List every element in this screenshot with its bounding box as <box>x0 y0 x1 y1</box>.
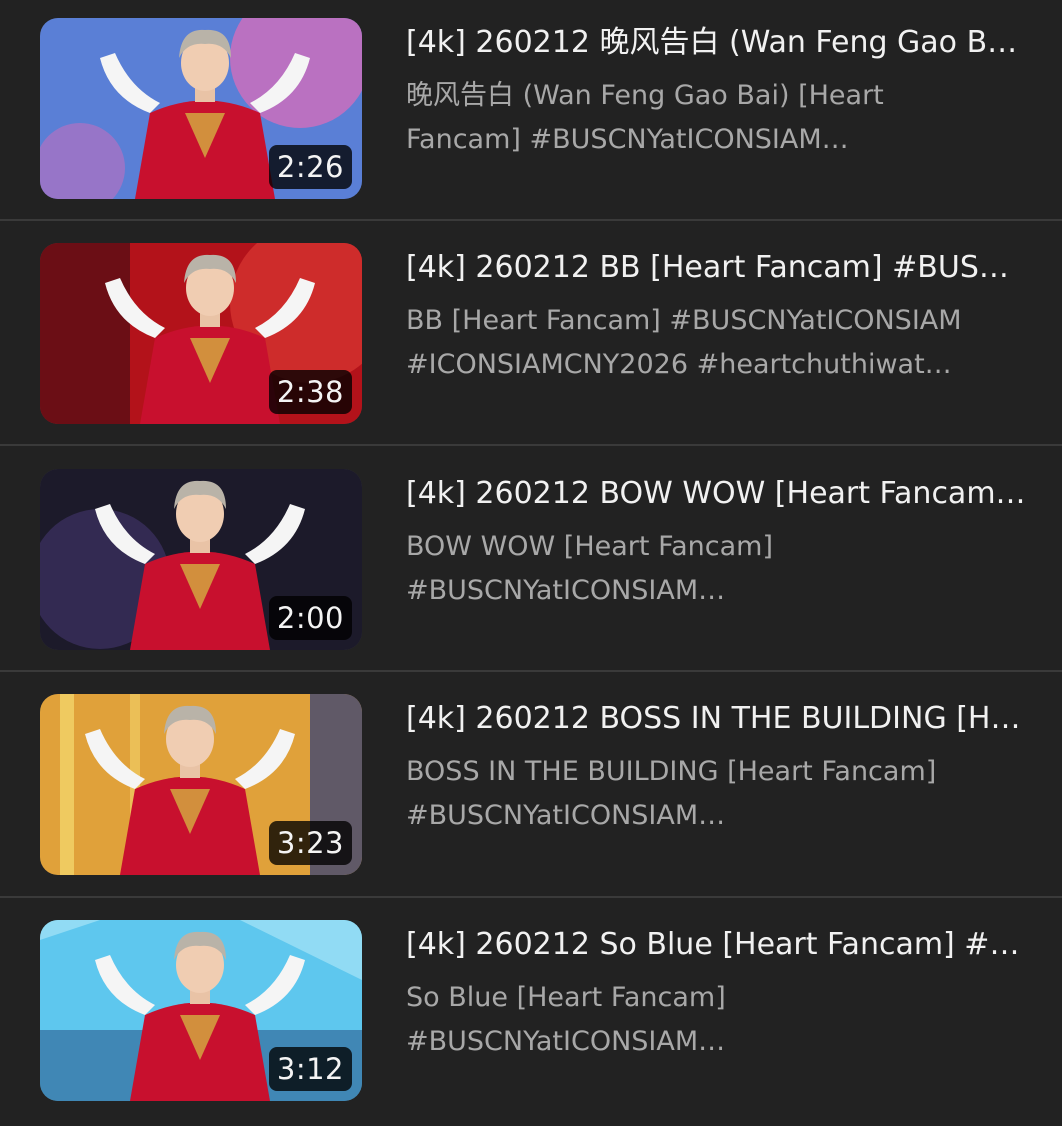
video-description: So Blue [Heart Fancam] #BUSCNYatICONSIAM… <box>406 976 1026 1064</box>
description-line: #ICONSIAMCNY2026 #heartchuthiwat… <box>406 349 952 380</box>
duration-badge: 2:00 <box>268 596 352 640</box>
description-line: BB [Heart Fancam] #BUSCNYatICONSIAM <box>406 305 962 336</box>
video-title[interactable]: [4k] 260212 BOSS IN THE BUILDING [Heart … <box>406 698 1026 740</box>
video-title[interactable]: [4k] 260212 BB [Heart Fancam] #BUSCNYatI… <box>406 247 1026 289</box>
video-title[interactable]: [4k] 260212 So Blue [Heart Fancam] #BUSC… <box>406 924 1026 966</box>
video-title[interactable]: [4k] 260212 BOW WOW [Heart Fancam] #BUSC… <box>406 473 1026 515</box>
video-description: 晚风告白 (Wan Feng Gao Bai) [Heart Fancam] #… <box>406 74 1026 162</box>
video-row[interactable]: 2:00 [4k] 260212 BOW WOW [Heart Fancam] … <box>0 451 1062 675</box>
description-line: 晚风告白 (Wan Feng Gao Bai) [Heart <box>406 80 884 111</box>
video-thumbnail[interactable]: 2:00 <box>40 469 362 650</box>
video-thumbnail[interactable]: 3:12 <box>40 920 362 1101</box>
duration-badge: 2:26 <box>268 145 352 189</box>
video-row[interactable]: 3:23 [4k] 260212 BOSS IN THE BUILDING [H… <box>0 676 1062 900</box>
video-row[interactable]: 2:26 [4k] 260212 晚风告白 (Wan Feng Gao Bai)… <box>0 0 1062 224</box>
video-thumbnail[interactable]: 2:38 <box>40 243 362 424</box>
video-thumbnail[interactable]: 2:26 <box>40 18 362 199</box>
video-description: BOSS IN THE BUILDING [Heart Fancam] #BUS… <box>406 750 1026 838</box>
description-line: #BUSCNYatICONSIAM… <box>406 800 726 831</box>
description-line: #BUSCNYatICONSIAM… <box>406 575 726 606</box>
duration-badge: 3:23 <box>268 821 352 865</box>
video-description: BOW WOW [Heart Fancam] #BUSCNYatICONSIAM… <box>406 525 1026 613</box>
row-divider <box>0 896 1062 898</box>
video-description: BB [Heart Fancam] #BUSCNYatICONSIAM #ICO… <box>406 299 1026 387</box>
video-title[interactable]: [4k] 260212 晚风告白 (Wan Feng Gao Bai) [Hea… <box>406 22 1026 64</box>
row-divider <box>0 219 1062 221</box>
video-list: 2:26 [4k] 260212 晚风告白 (Wan Feng Gao Bai)… <box>0 0 1062 1116</box>
description-line: BOW WOW [Heart Fancam] <box>406 531 774 562</box>
description-line: Fancam] #BUSCNYatICONSIAM… <box>406 124 849 155</box>
description-line: #BUSCNYatICONSIAM… <box>406 1026 726 1057</box>
duration-badge: 2:38 <box>268 370 352 414</box>
duration-badge: 3:12 <box>268 1047 352 1091</box>
description-line: So Blue [Heart Fancam] <box>406 982 726 1013</box>
row-divider <box>0 444 1062 446</box>
video-row[interactable]: 2:38 [4k] 260212 BB [Heart Fancam] #BUSC… <box>0 225 1062 449</box>
row-divider <box>0 670 1062 672</box>
video-thumbnail[interactable]: 3:23 <box>40 694 362 875</box>
video-row[interactable]: 3:12 [4k] 260212 So Blue [Heart Fancam] … <box>0 902 1062 1126</box>
description-line: BOSS IN THE BUILDING [Heart Fancam] <box>406 756 937 787</box>
